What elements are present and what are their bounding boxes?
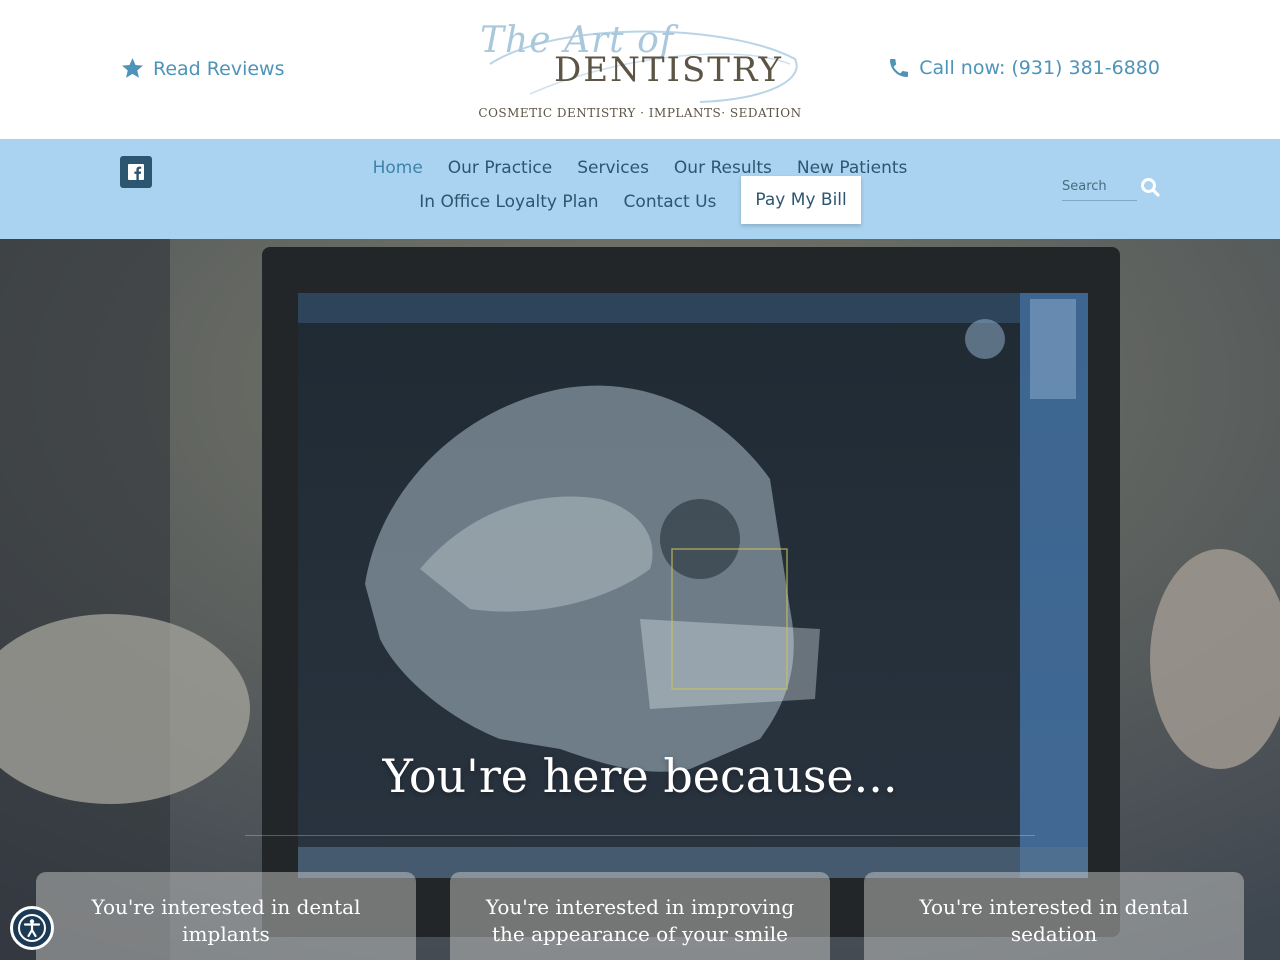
nav-services[interactable]: Services bbox=[577, 153, 649, 179]
card-dental-implants[interactable]: You're interested in dental implants bbox=[36, 872, 416, 960]
search-icon[interactable] bbox=[1140, 177, 1160, 197]
accessibility-icon bbox=[18, 914, 46, 942]
logo-main-text: DENTISTRY bbox=[554, 50, 783, 90]
hero-background-image bbox=[0, 239, 1280, 960]
nav-contact-us[interactable]: Contact Us bbox=[624, 187, 717, 213]
card-smile-appearance[interactable]: You're interested in improving the appea… bbox=[450, 872, 830, 960]
call-now-link[interactable]: Call now: (931) 381-6880 bbox=[887, 56, 1160, 80]
pay-my-bill-button[interactable]: Pay My Bill bbox=[741, 176, 861, 224]
search-input[interactable] bbox=[1062, 177, 1137, 201]
nav-home[interactable]: Home bbox=[373, 153, 423, 179]
logo-tagline: COSMETIC DENTISTRY · IMPLANTS· SEDATION bbox=[478, 106, 802, 120]
call-now-label: Call now: (931) 381-6880 bbox=[919, 57, 1160, 79]
nav-row-primary: Home Our Practice Services Our Results N… bbox=[0, 153, 1280, 179]
read-reviews-label: Read Reviews bbox=[153, 57, 285, 80]
phone-icon bbox=[890, 59, 909, 77]
nav-loyalty-plan[interactable]: In Office Loyalty Plan bbox=[419, 187, 598, 213]
site-logo[interactable]: The Art of DENTISTRY COSMETIC DENTISTRY … bbox=[470, 14, 810, 126]
site-header: Read Reviews The Art of DENTISTRY COSMET… bbox=[0, 0, 1280, 139]
nav-our-practice[interactable]: Our Practice bbox=[448, 153, 552, 179]
star-icon bbox=[122, 58, 143, 78]
hero-section: You're here because... You're interested… bbox=[0, 239, 1280, 960]
interest-cards: You're interested in dental implants You… bbox=[36, 872, 1244, 960]
read-reviews-link[interactable]: Read Reviews bbox=[120, 56, 284, 81]
hero-divider bbox=[245, 835, 1035, 836]
accessibility-button[interactable] bbox=[10, 906, 54, 950]
main-navigation: Home Our Practice Services Our Results N… bbox=[0, 139, 1280, 239]
card-dental-sedation[interactable]: You're interested in dental sedation bbox=[864, 872, 1244, 960]
hero-title: You're here because... bbox=[382, 749, 898, 803]
